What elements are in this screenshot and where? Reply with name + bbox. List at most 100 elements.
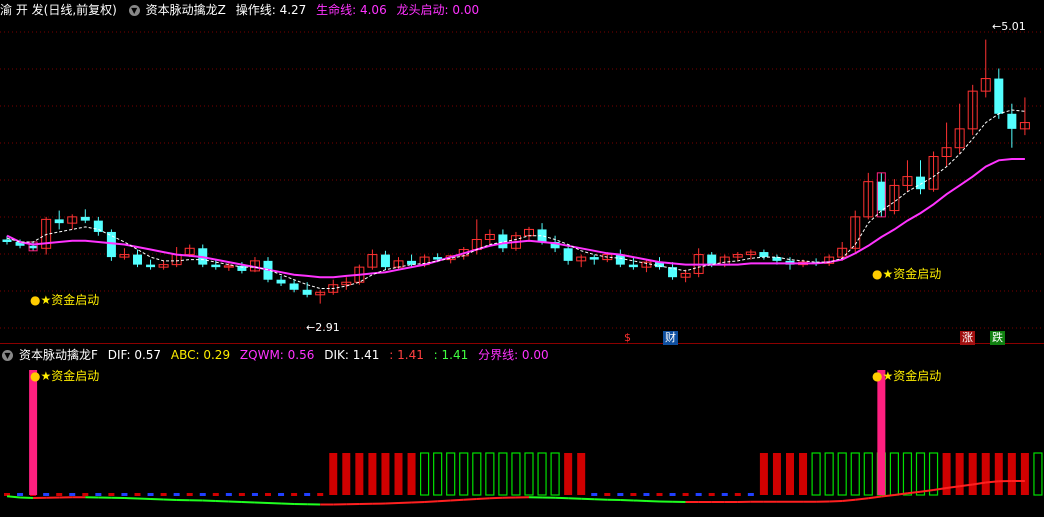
baseline-tick bbox=[291, 493, 298, 496]
indicator-bar bbox=[459, 452, 469, 496]
baseline-tick bbox=[134, 493, 141, 496]
trend-curve-segment bbox=[163, 498, 177, 501]
star-icon: ★ bbox=[40, 369, 52, 383]
trend-curve-segment bbox=[398, 501, 412, 504]
finance-marker[interactable]: 财 bbox=[663, 331, 678, 345]
money-bag-icon: ● bbox=[30, 293, 41, 307]
trend-curve-segment bbox=[385, 502, 399, 505]
baseline-tick bbox=[604, 493, 611, 496]
panel-divider[interactable] bbox=[0, 343, 1044, 344]
trend-curve-segment bbox=[633, 499, 647, 502]
trend-curve-segment bbox=[489, 496, 503, 500]
signal-spike bbox=[877, 370, 886, 495]
indicator-bar bbox=[889, 452, 900, 496]
candle-body bbox=[93, 220, 103, 232]
candle-body bbox=[707, 254, 717, 265]
trend-curve-segment bbox=[450, 498, 464, 502]
candle-body bbox=[146, 264, 156, 268]
baseline-tick bbox=[317, 493, 324, 496]
baseline-tick bbox=[708, 493, 715, 496]
indicator-bar bbox=[394, 453, 403, 495]
candle-body bbox=[80, 216, 90, 221]
baseline-tick bbox=[695, 493, 702, 496]
baseline-tick bbox=[251, 493, 258, 496]
fall-marker[interactable]: 跌 bbox=[990, 331, 1005, 345]
indicator-bar bbox=[915, 452, 926, 496]
indicator-bar bbox=[1020, 453, 1029, 495]
indicator-bar bbox=[433, 452, 443, 496]
indicator-bar bbox=[1033, 452, 1043, 496]
star-icon: ★ bbox=[40, 293, 52, 307]
baseline-tick bbox=[734, 493, 741, 496]
low-arrow-icon: ← bbox=[306, 321, 316, 334]
baseline-tick bbox=[212, 493, 219, 496]
baseline-tick bbox=[199, 493, 206, 496]
money-bag-icon: ● bbox=[872, 267, 883, 281]
trend-curve-segment bbox=[829, 500, 843, 503]
candle-body bbox=[772, 257, 782, 261]
star-icon: ★ bbox=[882, 369, 894, 383]
signal-spike bbox=[29, 370, 38, 495]
baseline-tick bbox=[69, 493, 76, 496]
candle-body bbox=[54, 219, 64, 224]
trend-curve-segment bbox=[267, 502, 282, 505]
operation-line bbox=[6, 109, 1025, 289]
star-icon: ★ bbox=[882, 267, 894, 281]
trend-curve-segment bbox=[254, 501, 269, 504]
trend-curve-segment bbox=[281, 502, 295, 505]
trend-curve-segment bbox=[555, 496, 569, 500]
candle-body bbox=[876, 181, 886, 211]
indicator-bar bbox=[981, 453, 990, 495]
trend-curve-segment bbox=[868, 495, 882, 500]
indicator-bar bbox=[824, 452, 834, 496]
trend-curve-segment bbox=[437, 499, 451, 503]
trend-curve-segment bbox=[411, 501, 425, 504]
baseline-tick bbox=[160, 493, 167, 496]
indicator-bar bbox=[381, 453, 390, 495]
trend-curve-segment bbox=[215, 500, 229, 503]
candle-body bbox=[133, 254, 142, 265]
baseline-tick bbox=[643, 493, 650, 496]
trend-curve-segment bbox=[594, 498, 608, 501]
candlestick-chart[interactable] bbox=[0, 0, 1044, 343]
dollar-marker[interactable]: $ bbox=[622, 331, 633, 345]
baseline-tick bbox=[173, 493, 180, 496]
indicator-bar bbox=[355, 453, 364, 495]
baseline-tick bbox=[186, 493, 193, 496]
trend-curve-segment bbox=[202, 499, 216, 502]
indicator-bar bbox=[368, 453, 377, 495]
baseline-tick bbox=[682, 493, 689, 496]
baseline-tick bbox=[82, 493, 89, 496]
trend-curve-segment bbox=[241, 501, 255, 504]
rise-marker[interactable]: 涨 bbox=[960, 331, 975, 345]
sub-signal-label-1: ●★资金启动 bbox=[30, 369, 100, 383]
indicator-bar bbox=[1007, 453, 1016, 495]
baseline-tick bbox=[721, 493, 728, 496]
trend-curve-segment bbox=[476, 497, 490, 500]
trend-curve-segment bbox=[985, 480, 999, 484]
trend-curve-segment bbox=[855, 497, 869, 501]
indicator-bar bbox=[485, 452, 495, 496]
indicator-bar bbox=[564, 453, 573, 495]
baseline-tick bbox=[121, 493, 128, 496]
baseline-tick bbox=[747, 493, 754, 496]
indicator-bar bbox=[577, 453, 586, 495]
indicator-bar bbox=[420, 452, 430, 496]
trend-curve-segment bbox=[842, 498, 856, 502]
trend-curve-segment bbox=[463, 498, 477, 501]
baseline-tick bbox=[304, 493, 311, 496]
baseline-tick bbox=[238, 493, 245, 496]
money-bag-icon: ● bbox=[872, 369, 883, 383]
indicator-bar bbox=[759, 453, 768, 495]
indicator-bar bbox=[955, 453, 964, 495]
baseline-tick bbox=[591, 493, 598, 496]
candle-body bbox=[994, 78, 1004, 114]
baseline-tick bbox=[43, 493, 50, 496]
high-arrow-icon: ← bbox=[992, 20, 1002, 33]
trend-curve-segment bbox=[568, 497, 582, 500]
candle-body bbox=[276, 279, 286, 284]
baseline-tick bbox=[108, 493, 115, 496]
baseline-tick bbox=[630, 493, 637, 496]
baseline-tick bbox=[147, 493, 154, 496]
baseline-tick bbox=[265, 493, 271, 496]
